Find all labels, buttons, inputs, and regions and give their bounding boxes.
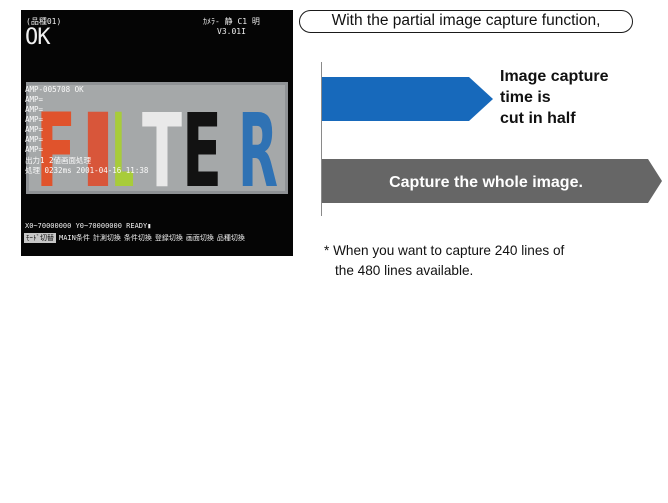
footnote: * When you want to capture 240 lines of … bbox=[324, 241, 664, 281]
whole-image-label: Capture the whole image. bbox=[389, 174, 583, 191]
half-time-label: Image capture time is cut in half bbox=[500, 68, 609, 127]
footnote-line-2: the 480 lines available. bbox=[335, 263, 474, 278]
half-time-arrow bbox=[322, 77, 493, 121]
footnote-line-1: * When you want to capture 240 lines of bbox=[324, 243, 565, 258]
